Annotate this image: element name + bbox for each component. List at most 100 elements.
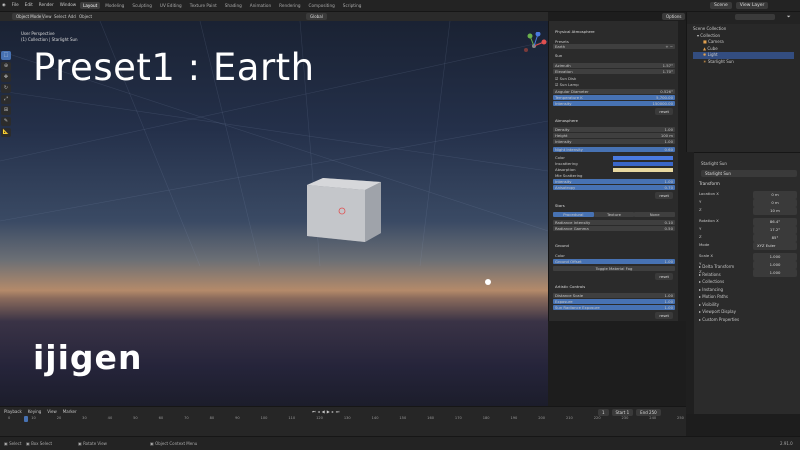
stars-tab-procedural[interactable]: Procedural	[553, 212, 594, 217]
stars-tab-texture[interactable]: Texture	[593, 212, 635, 217]
atmosphere-section-header[interactable]: Atmosphere	[553, 118, 675, 123]
outliner-item-starlight-sun[interactable]: ☀ Starlight Sun	[693, 59, 794, 66]
navigation-gizmo[interactable]	[520, 32, 548, 60]
atmos-reset-button[interactable]: reset	[553, 192, 675, 199]
jump-end-icon[interactable]: ⏭	[336, 409, 340, 414]
timeline-menu-playback[interactable]: Playback	[4, 409, 22, 414]
properties-tabs[interactable]	[686, 152, 694, 414]
color-swatch[interactable]	[613, 155, 673, 160]
ground-offset-slider[interactable]: Ground Offset 1.00	[553, 259, 675, 264]
menu-render[interactable]: Render	[39, 2, 54, 7]
viewport-menu-object[interactable]: Object	[79, 14, 92, 19]
sun-reset-button[interactable]: reset	[553, 108, 675, 115]
object-mode-dropdown[interactable]: Object Mode	[12, 13, 46, 20]
collections-section[interactable]: ▸ Collections	[699, 278, 739, 286]
next-key-icon[interactable]: ▸	[332, 409, 334, 414]
sun-lamp-checkbox[interactable]: ☑ Sun Lamp	[553, 82, 675, 87]
exposure-slider[interactable]: Exposure 1.00	[553, 299, 675, 304]
outliner-search-input[interactable]	[735, 14, 775, 20]
select-box-tool-icon[interactable]: ⬚	[1, 51, 11, 60]
mie-scattering-row[interactable]: Mie Scattering	[553, 173, 675, 178]
tab-sculpting[interactable]: Sculpting	[129, 2, 155, 9]
tab-shading[interactable]: Shading	[222, 2, 245, 9]
add-preset-icon[interactable]: + −	[665, 44, 673, 49]
end-frame-field[interactable]: End 250	[636, 409, 661, 416]
rotation-x-field[interactable]: Rotation X 86.4°	[699, 218, 797, 226]
viewport-menu-add[interactable]: Add	[68, 14, 76, 19]
stars-section-header[interactable]: Stars	[553, 203, 675, 208]
move-tool-icon[interactable]: ✥	[1, 73, 11, 82]
tab-modeling[interactable]: Modeling	[102, 2, 127, 9]
start-frame-field[interactable]: Start 1	[611, 409, 634, 416]
tab-uv-editing[interactable]: UV Editing	[157, 2, 185, 9]
sun-intensity-slider[interactable]: Intensity 150000.00	[553, 101, 675, 106]
current-frame-field[interactable]: 1	[598, 409, 609, 416]
cube-object[interactable]	[307, 178, 383, 244]
ground-section-header[interactable]: Ground	[553, 243, 675, 248]
play-icon[interactable]: ▶	[327, 409, 330, 414]
viewport-display-section[interactable]: ▸ Viewport Display	[699, 308, 739, 316]
viewport-menu-view[interactable]: View	[42, 14, 52, 19]
ground-reset-button[interactable]: reset	[553, 273, 675, 280]
elevation-field[interactable]: Elevation 1.70°	[553, 69, 675, 74]
rotation-z-field[interactable]: Z 85°	[699, 234, 797, 242]
instancing-section[interactable]: ▸ Instancing	[699, 286, 739, 294]
annotate-tool-icon[interactable]: ✎	[1, 117, 11, 126]
night-intensity-slider[interactable]: Night Intensity 0.60	[553, 147, 675, 152]
sun-disk-checkbox[interactable]: ☑ Sun Disk	[553, 76, 675, 81]
radiance-gamma-field[interactable]: Radiance Gamma 0.50	[553, 226, 675, 231]
relations-section[interactable]: ▸ Relations	[699, 271, 739, 279]
menu-window[interactable]: Window	[60, 2, 77, 7]
absorption-swatch[interactable]	[613, 167, 673, 172]
viewport-menu-select[interactable]: Select	[54, 14, 66, 19]
timeline-ruler[interactable]: 0 10 20 30 40 50 60 70 80 90 100 110 120…	[8, 416, 684, 422]
angular-diameter-field[interactable]: Angular Diameter 0.526°	[553, 89, 675, 94]
inscattering-row[interactable]: Inscattering	[553, 161, 675, 166]
measure-tool-icon[interactable]: 📐	[1, 128, 11, 137]
inscattering-swatch[interactable]	[613, 161, 673, 166]
temperature-slider[interactable]: Temperature K 5,700.00	[553, 95, 675, 100]
3d-viewport[interactable]: ⬚ ⊕ ✥ ↻ ⤢ ⊞ ✎ 📐 User Perspective (1) Col…	[0, 21, 548, 406]
location-x-field[interactable]: Location X0 m	[699, 191, 797, 199]
tab-rendering[interactable]: Rendering	[276, 2, 303, 9]
scene-field[interactable]: Scene	[710, 2, 732, 9]
presets-dropdown[interactable]: Earth + −	[553, 44, 675, 49]
artistic-section-header[interactable]: Artistic Controls	[553, 284, 675, 289]
visibility-section[interactable]: ▸ Visibility	[699, 301, 739, 309]
sidebar-tabs[interactable]	[678, 21, 686, 321]
scale-x-field[interactable]: Scale X 1.000	[699, 253, 797, 261]
options-dropdown[interactable]: Options	[662, 13, 686, 20]
menu-edit[interactable]: Edit	[25, 2, 33, 7]
filter-icon[interactable]: ⏷	[787, 14, 791, 20]
tab-animation[interactable]: Animation	[247, 2, 274, 9]
mie-swatch[interactable]	[613, 173, 673, 178]
object-name-field[interactable]: Starlight Sun	[701, 170, 797, 177]
toggle-material-fog-button[interactable]: Toggle Material Fog	[553, 266, 675, 271]
tab-layout[interactable]: Layout	[80, 2, 101, 9]
ground-color-row[interactable]: Color	[553, 253, 675, 258]
location-y-field[interactable]: Y0 m	[699, 199, 797, 207]
scale-tool-icon[interactable]: ⤢	[1, 95, 11, 104]
jump-start-icon[interactable]: ⏮	[312, 409, 316, 414]
play-reverse-icon[interactable]: ◀	[322, 409, 325, 414]
rotation-mode-dropdown[interactable]: Mode XYZ Euler	[699, 242, 797, 250]
anisotropy-slider[interactable]: Anisotropy 0.70	[553, 185, 675, 190]
tab-scripting[interactable]: Scripting	[340, 2, 365, 9]
mie-intensity-slider[interactable]: Intensity 1.00	[553, 179, 675, 184]
menu-file[interactable]: File	[12, 2, 19, 7]
tab-compositing[interactable]: Compositing	[306, 2, 338, 9]
color-row[interactable]: Color	[553, 155, 675, 160]
rotation-y-field[interactable]: Y 17.2°	[699, 226, 797, 234]
timeline-menu-keying[interactable]: Keying	[28, 409, 41, 414]
atmos-intensity-field[interactable]: Intensity 1.00	[553, 139, 675, 144]
tab-texture-paint[interactable]: Texture Paint	[187, 2, 220, 9]
distance-scale-field[interactable]: Distance Scale 1.00	[553, 293, 675, 298]
radiance-intensity-field[interactable]: Radiance Intensity 0.10	[553, 220, 675, 225]
cursor-tool-icon[interactable]: ⊕	[1, 62, 11, 71]
playhead[interactable]	[24, 416, 28, 422]
prev-key-icon[interactable]: ◂	[318, 409, 320, 414]
absorption-row[interactable]: Absorption	[553, 167, 675, 172]
timeline-menu-marker[interactable]: Marker	[63, 409, 77, 414]
transform-tool-icon[interactable]: ⊞	[1, 106, 11, 115]
location-z-field[interactable]: Z 10 m	[699, 207, 797, 215]
